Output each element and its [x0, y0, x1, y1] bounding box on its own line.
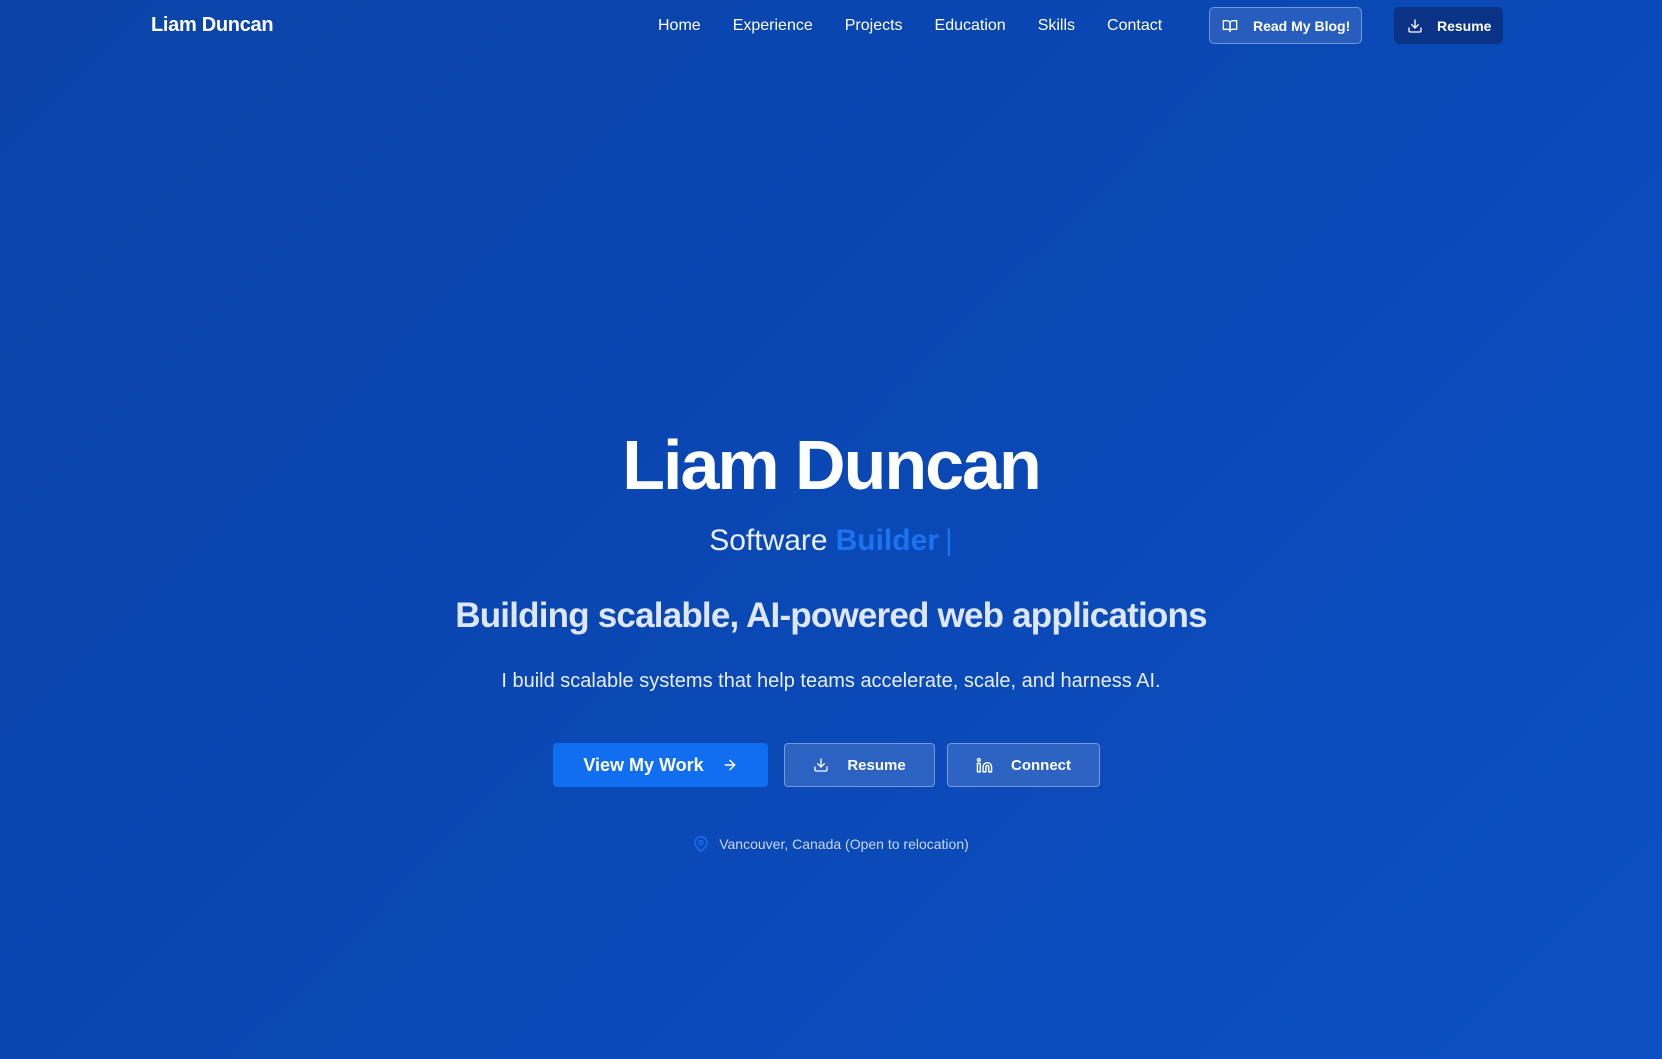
location: Vancouver, Canada (Open to relocation) [0, 836, 1662, 852]
hero-tagline: Building scalable, AI-powered web applic… [455, 596, 1207, 635]
location-text: Vancouver, Canada (Open to relocation) [719, 836, 969, 852]
download-icon [1407, 18, 1423, 34]
nav-resume-button[interactable]: Resume [1394, 7, 1503, 44]
nav-links: Home Experience Projects Education Skill… [658, 16, 1194, 36]
download-icon [813, 757, 829, 773]
read-blog-button[interactable]: Read My Blog! [1209, 7, 1362, 44]
read-blog-label: Read My Blog! [1253, 17, 1351, 34]
nav-link-education[interactable]: Education [935, 16, 1006, 36]
map-pin-icon [693, 836, 709, 852]
brand-logo[interactable]: Liam Duncan [151, 14, 274, 37]
book-open-icon [1222, 18, 1238, 34]
nav-link-projects[interactable]: Projects [845, 16, 903, 36]
role-typed-text: Builder [835, 524, 939, 557]
hero-name: Liam Duncan [622, 426, 1042, 504]
hero-role: Software Builder | [0, 521, 1662, 561]
nav-link-home[interactable]: Home [658, 16, 701, 36]
role-static-text: Software [709, 524, 828, 557]
linkedin-icon [976, 757, 993, 774]
hero-description: I build scalable systems that help teams… [501, 670, 1161, 692]
connect-button[interactable]: Connect [947, 743, 1100, 787]
connect-label: Connect [1011, 756, 1071, 774]
typing-cursor: | [944, 524, 953, 557]
arrow-right-icon [722, 757, 738, 773]
nav-link-skills[interactable]: Skills [1038, 16, 1075, 36]
view-my-work-label: View My Work [583, 754, 704, 775]
hero-resume-label: Resume [847, 756, 906, 774]
hero-resume-button[interactable]: Resume [784, 743, 935, 787]
nav-link-experience[interactable]: Experience [733, 16, 813, 36]
nav-link-contact[interactable]: Contact [1107, 16, 1162, 36]
view-my-work-button[interactable]: View My Work [553, 743, 768, 787]
navbar: Liam Duncan Home Experience Projects Edu… [0, 0, 1662, 52]
nav-resume-label: Resume [1437, 17, 1492, 34]
